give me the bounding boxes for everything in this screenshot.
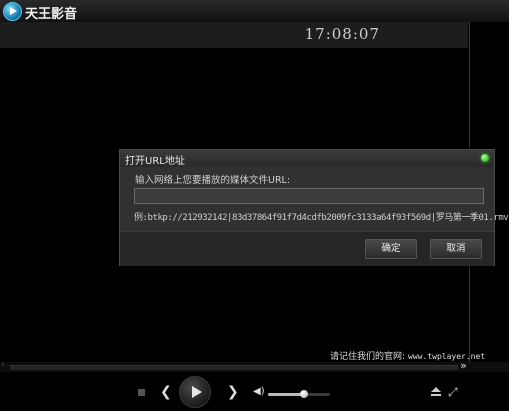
control-bar: ❮ ❯ ◀) ⤢ bbox=[0, 372, 509, 411]
volume-fill bbox=[268, 393, 304, 396]
seek-bar[interactable]: ‹ » bbox=[0, 359, 509, 372]
open-url-dialog: 打开URL地址 输入网络上您要播放的媒体文件URL: 例:btkp://2129… bbox=[119, 149, 509, 266]
website-url[interactable]: www.twplayer.net bbox=[408, 352, 485, 361]
eject-icon[interactable] bbox=[430, 387, 442, 399]
seek-left-arrow-icon: ‹ bbox=[1, 360, 5, 370]
app-logo-icon bbox=[3, 2, 22, 21]
volume-slider[interactable] bbox=[268, 390, 330, 398]
clock-bar: 17:08:07 bbox=[0, 22, 468, 49]
url-input[interactable] bbox=[134, 188, 484, 204]
fullscreen-icon[interactable]: ⤢ bbox=[448, 385, 458, 400]
next-icon[interactable]: ❯ bbox=[227, 384, 239, 400]
seek-track[interactable] bbox=[10, 365, 458, 370]
eject-triangle bbox=[431, 387, 441, 392]
cancel-button[interactable]: 取消 bbox=[430, 239, 482, 259]
dialog-footer: 确定 取消 bbox=[120, 231, 494, 266]
title-bar: 天王影音 bbox=[0, 0, 509, 23]
play-icon[interactable] bbox=[179, 376, 211, 408]
app-title: 天王影音 bbox=[25, 7, 78, 22]
volume-knob[interactable] bbox=[299, 390, 308, 398]
url-example-text: 例:btkp://212932142|83d37864f91f7d4cdfb20… bbox=[134, 213, 509, 223]
status-indicator-icon bbox=[481, 154, 489, 162]
dialog-body: 输入网络上您要播放的媒体文件URL: 例:btkp://212932142|83… bbox=[120, 167, 509, 231]
eject-bar bbox=[431, 394, 441, 396]
dialog-header[interactable]: 打开URL地址 bbox=[120, 150, 494, 167]
volume-icon[interactable]: ◀) bbox=[253, 386, 265, 397]
previous-icon[interactable]: ❮ bbox=[160, 384, 172, 400]
website-label: 请记住我们的官网: bbox=[330, 352, 406, 362]
dialog-title: 打开URL地址 bbox=[125, 156, 185, 167]
url-prompt-label: 输入网络上您要播放的媒体文件URL: bbox=[135, 175, 291, 186]
playlist-toggle-icon[interactable]: » bbox=[460, 359, 467, 372]
clock-display: 17:08:07 bbox=[304, 25, 380, 43]
stop-icon[interactable] bbox=[138, 389, 145, 396]
ok-button[interactable]: 确定 bbox=[365, 239, 417, 259]
